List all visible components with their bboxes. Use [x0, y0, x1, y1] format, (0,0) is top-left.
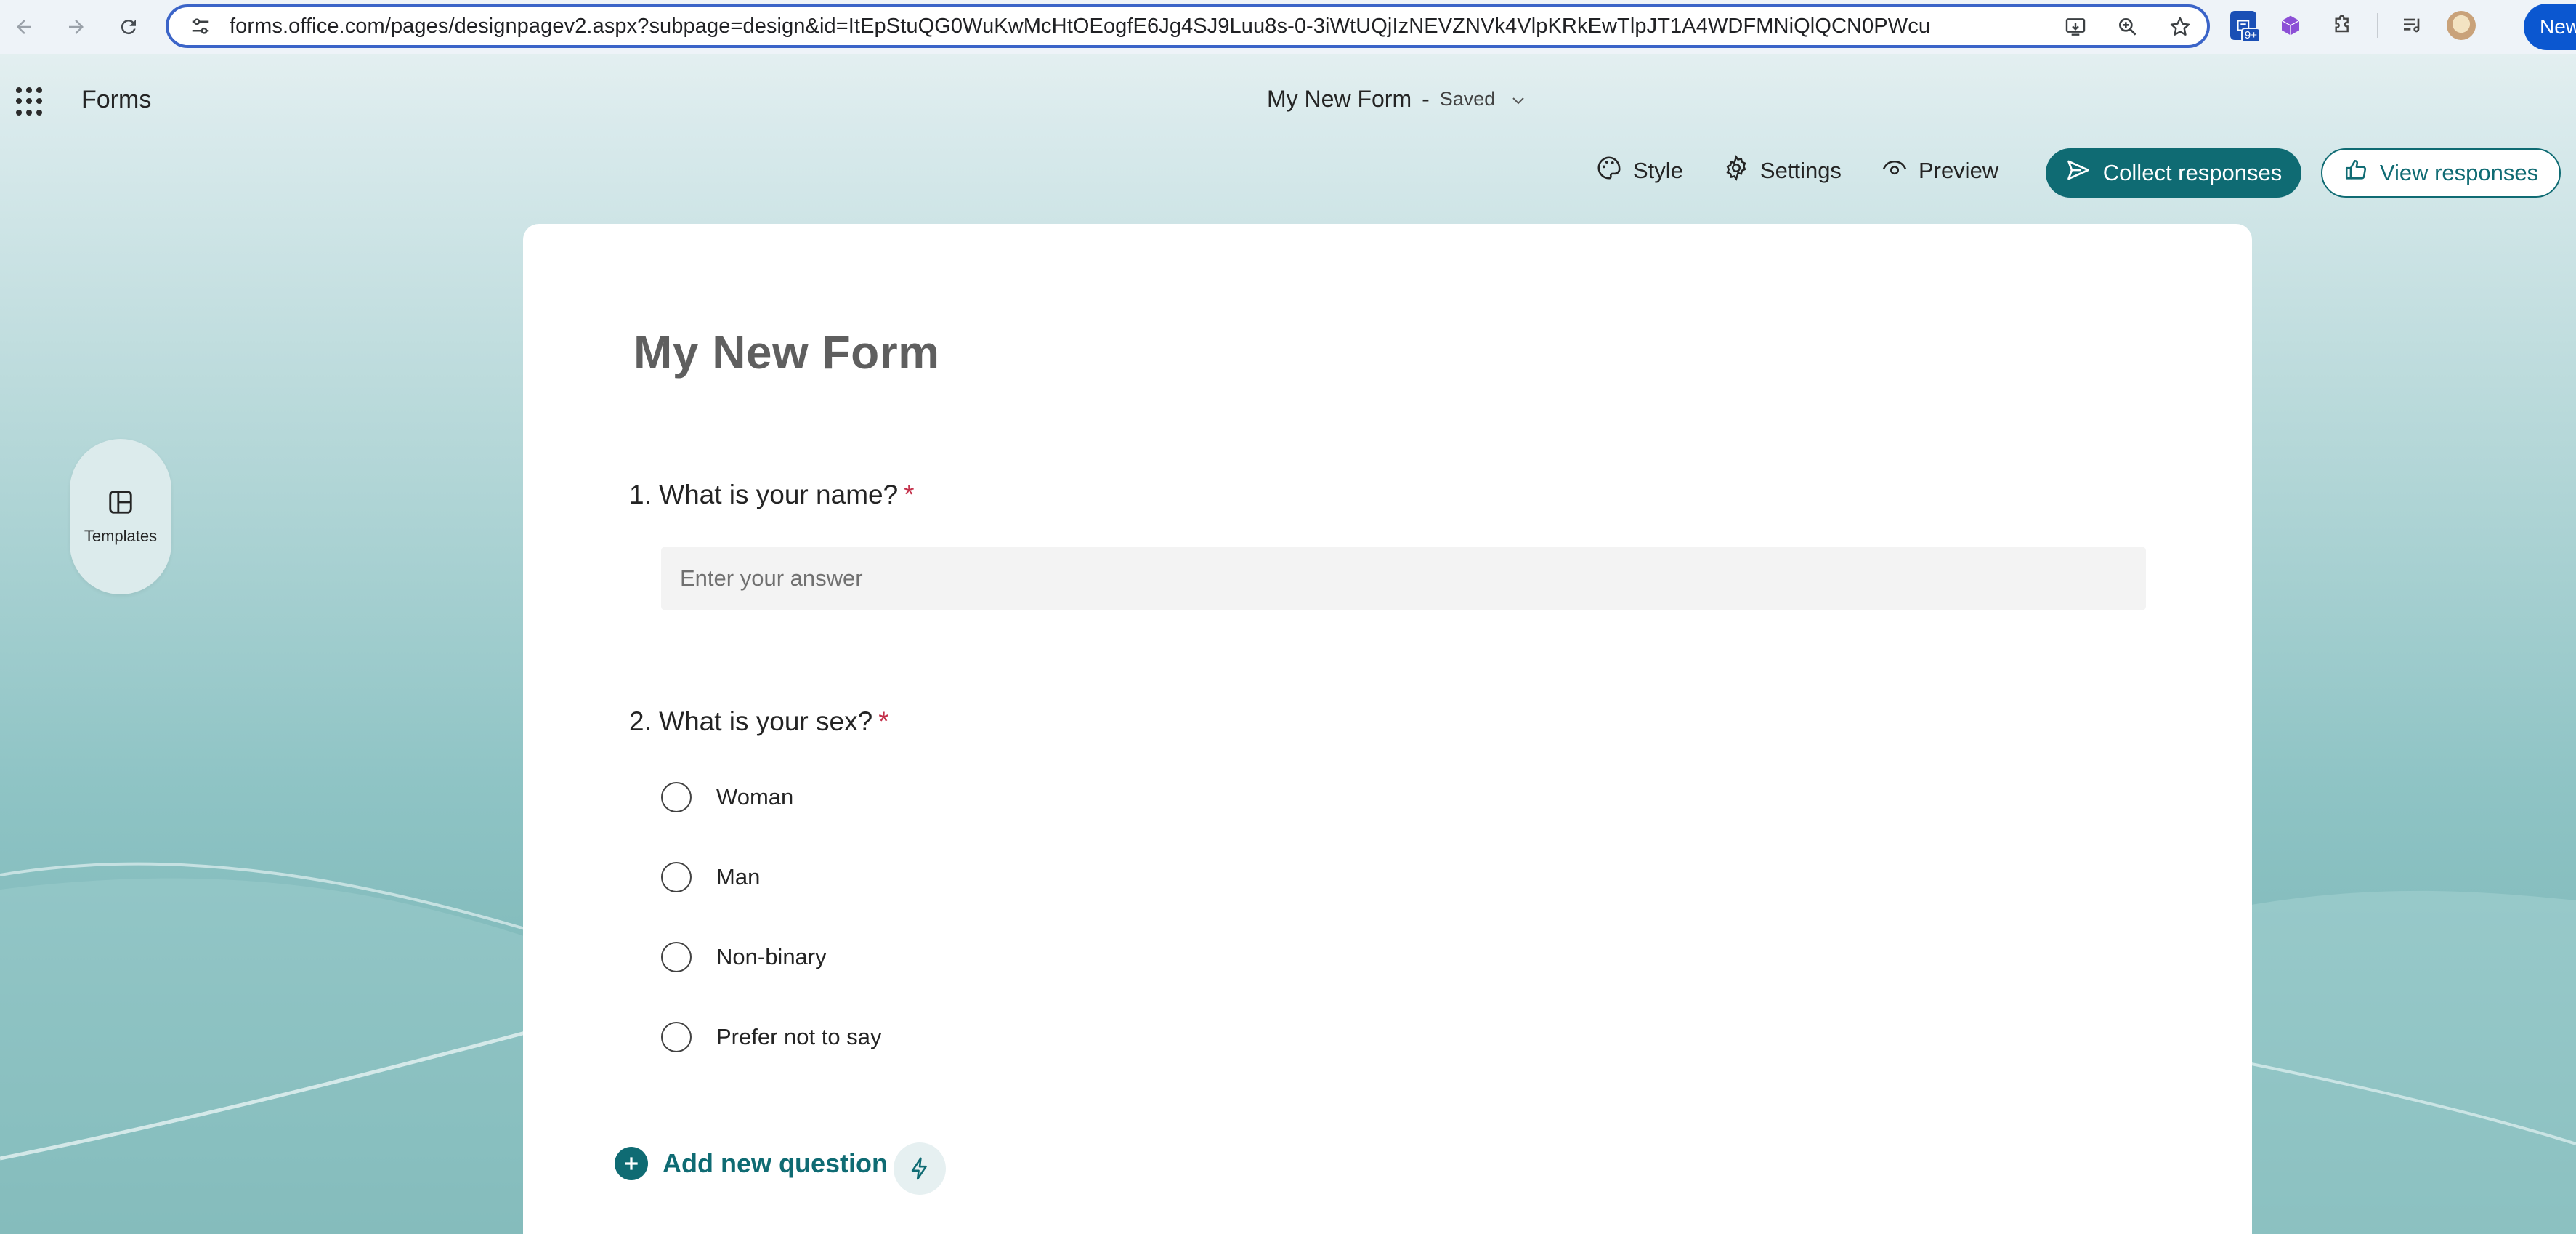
browser-toolbar: forms.office.com/pages/designpagev2.aspx… [0, 0, 2576, 54]
question-text: What is your name? [659, 480, 899, 509]
option-prefer-not-to-say[interactable]: Prefer not to say [661, 1022, 881, 1052]
app-header: Forms My New Form - Saved [0, 54, 2576, 126]
collect-responses-button[interactable]: Collect responses [2046, 148, 2301, 198]
question-text: What is your sex? [659, 706, 873, 736]
option-man[interactable]: Man [661, 862, 760, 892]
option-label: Woman [716, 784, 794, 810]
option-label: Prefer not to say [716, 1024, 882, 1049]
view-responses-button[interactable]: View responses [2321, 148, 2561, 198]
add-new-question-label: Add new question [663, 1148, 888, 1178]
reload-icon[interactable] [110, 9, 147, 45]
templates-icon [107, 488, 134, 520]
question-2-title[interactable]: 2. What is your sex? * [629, 706, 889, 737]
cube-extension-icon[interactable] [2272, 7, 2309, 44]
back-icon[interactable] [6, 9, 42, 45]
zoom-icon[interactable] [2111, 10, 2144, 44]
radio-button[interactable] [661, 942, 692, 972]
option-label: Man [716, 864, 761, 890]
app-launcher-icon[interactable] [16, 87, 45, 116]
templates-button[interactable]: Templates [70, 439, 171, 594]
install-icon[interactable] [2059, 10, 2092, 44]
required-mark: * [878, 706, 889, 736]
option-non-binary[interactable]: Non-binary [661, 942, 827, 972]
name-answer-input[interactable]: Enter your answer [661, 547, 2146, 610]
title-separator: - [1422, 86, 1430, 112]
site-info-icon[interactable] [179, 8, 222, 44]
thumbs-up-icon [2344, 158, 2368, 188]
palette-icon [1595, 154, 1623, 187]
media-icon[interactable] [2394, 7, 2431, 44]
view-responses-label: View responses [2379, 160, 2539, 185]
settings-label: Settings [1759, 158, 1842, 183]
eye-icon [1881, 154, 1908, 187]
option-label: Non-binary [716, 944, 827, 969]
app-name[interactable]: Forms [81, 86, 151, 114]
question-number: 1. [629, 480, 652, 509]
add-new-question-button[interactable]: Add new question [615, 1147, 888, 1180]
settings-button[interactable]: Settings [1722, 145, 1842, 196]
puzzle-icon[interactable] [2325, 7, 2361, 44]
form-title[interactable]: My New Form [633, 326, 940, 379]
toolbar-divider [2377, 13, 2378, 38]
style-button[interactable]: Style [1595, 145, 1683, 196]
extension-badge: 9+ [2240, 28, 2261, 43]
form-card: My New Form 1. What is your name? * Enter… [523, 224, 2252, 1234]
radio-button[interactable] [661, 1022, 692, 1052]
forward-icon[interactable] [58, 9, 94, 45]
required-mark: * [904, 480, 915, 509]
star-icon[interactable] [2163, 10, 2197, 44]
templates-label: Templates [84, 526, 158, 545]
preview-label: Preview [1918, 158, 1999, 183]
form-title-text: My New Form [1267, 86, 1412, 112]
extension-icon[interactable]: 9+ [2230, 11, 2261, 43]
style-label: Style [1633, 158, 1683, 183]
address-bar[interactable]: forms.office.com/pages/designpagev2.aspx… [166, 4, 2210, 48]
option-woman[interactable]: Woman [661, 782, 793, 812]
plus-icon [615, 1147, 648, 1180]
url-text[interactable]: forms.office.com/pages/designpagev2.aspx… [230, 15, 1930, 39]
gear-icon [1722, 154, 1750, 187]
question-1-title[interactable]: 1. What is your name? * [629, 480, 915, 510]
radio-button[interactable] [661, 862, 692, 892]
question-number: 2. [629, 706, 652, 736]
radio-button[interactable] [661, 782, 692, 812]
form-title-header[interactable]: My New Form - Saved [1267, 86, 1527, 113]
collect-responses-label: Collect responses [2102, 160, 2283, 185]
chevron-down-icon[interactable] [1510, 92, 1527, 113]
send-icon [2065, 157, 2091, 189]
lightning-icon[interactable] [894, 1142, 946, 1195]
form-toolbar: Style Settings Preview [1595, 145, 2038, 196]
profile-avatar[interactable] [2447, 11, 2476, 40]
new-button[interactable]: New [2524, 4, 2576, 50]
save-status: Saved [1439, 88, 1496, 110]
preview-button[interactable]: Preview [1881, 145, 1998, 196]
